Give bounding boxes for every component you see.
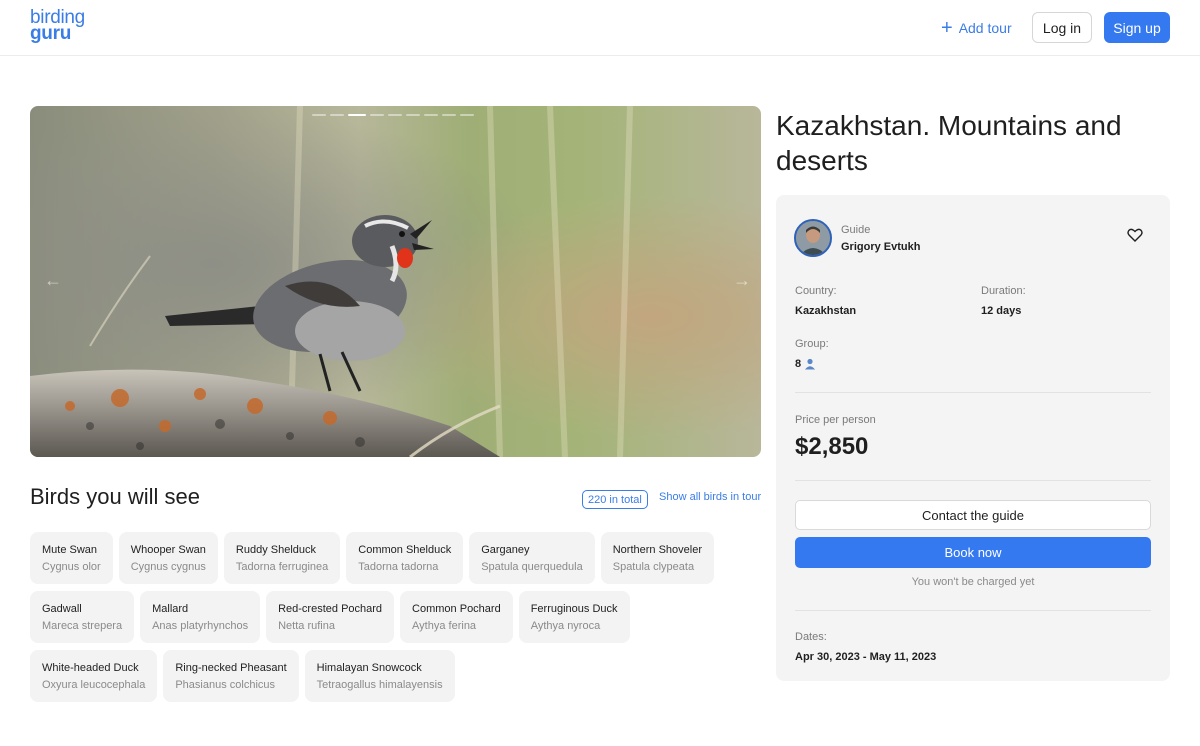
dates-value: Apr 30, 2023 - May 11, 2023 <box>795 651 937 663</box>
bird-latin-name: Tadorna tadorna <box>358 561 439 573</box>
bird-common-name: Mute Swan <box>42 544 98 556</box>
birds-total-badge: 220 in total <box>582 490 648 509</box>
guide-label: Guide <box>841 224 871 236</box>
arrow-right-icon[interactable]: → <box>733 270 751 291</box>
bird-chip[interactable]: Mallard Anas platyrhynchos <box>140 591 261 643</box>
bird-latin-name: Anas platyrhynchos <box>152 620 249 632</box>
price-value: $2,850 <box>795 433 869 460</box>
country-value: Kazakhstan <box>795 305 857 317</box>
heart-icon[interactable] <box>1127 228 1143 247</box>
signup-button[interactable]: Sign up <box>1104 12 1170 43</box>
duration-label: Duration: <box>981 285 1026 297</box>
pagination-dot[interactable] <box>330 114 344 116</box>
add-tour-label: Add tour <box>958 20 1012 36</box>
pagination-dot[interactable] <box>406 114 420 116</box>
booking-card: Guide Grigory Evtukh Country: Kazakhstan… <box>776 195 1170 681</box>
bird-common-name: Himalayan Snowcock <box>316 662 422 674</box>
bird-common-name: Mallard <box>152 603 189 615</box>
birds-list: Mute Swan Cygnus olor Whooper Swan Cygnus c… <box>30 532 770 709</box>
bird-chip[interactable]: Himalayan Snowcock Tetraogallus himalayen… <box>304 650 455 702</box>
person-icon <box>805 358 816 370</box>
pagination-dot[interactable] <box>312 114 326 116</box>
bird-common-name: Red-crested Pochard <box>278 603 383 615</box>
birds-row: Gadwall Mareca strepera Mallard Anas platyr… <box>30 591 770 643</box>
login-button[interactable]: Log in <box>1032 12 1092 43</box>
bird-photo-illustration <box>30 106 761 457</box>
bird-common-name: Common Pochard <box>412 603 501 615</box>
bird-chip[interactable]: Mute Swan Cygnus olor <box>30 532 113 584</box>
country-label: Country: <box>795 285 837 297</box>
bird-latin-name: Spatula clypeata <box>612 561 695 573</box>
pagination-dot[interactable] <box>442 114 456 116</box>
guide-avatar[interactable] <box>794 219 832 257</box>
bird-latin-name: Mareca strepera <box>42 620 123 632</box>
pagination-dot[interactable] <box>424 114 438 116</box>
price-label: Price per person <box>795 414 876 426</box>
bird-chip[interactable]: Common Pochard Aythya ferina <box>400 591 513 643</box>
bird-latin-name: Aythya ferina <box>412 620 477 632</box>
bird-latin-name: Tadorna ferruginea <box>235 561 329 573</box>
arrow-left-icon[interactable]: ← <box>44 270 62 291</box>
pagination-dot[interactable] <box>348 114 366 116</box>
bird-common-name: Whooper Swan <box>130 544 206 556</box>
pagination-dot[interactable] <box>388 114 402 116</box>
group-value: 8 <box>795 358 816 370</box>
bird-chip[interactable]: Common Shelduck Tadorna tadorna <box>346 532 464 584</box>
book-now-button[interactable]: Book now <box>795 537 1151 568</box>
bird-latin-name: Aythya nyroca <box>530 620 601 632</box>
contact-guide-button[interactable]: Contact the guide <box>795 500 1151 530</box>
bird-common-name: Ring-necked Pheasant <box>175 662 287 674</box>
tour-title: Kazakhstan. Mountains and deserts <box>776 110 1122 176</box>
bird-latin-name: Tetraogallus himalayensis <box>316 679 443 691</box>
duration-value: 12 days <box>981 305 1022 317</box>
dates-label: Dates: <box>795 631 827 643</box>
bird-common-name: Gadwall <box>42 603 82 615</box>
guide-photo <box>796 221 830 255</box>
bird-latin-name: Cygnus olor <box>42 561 101 573</box>
bird-common-name: Common Shelduck <box>358 544 452 556</box>
bird-latin-name: Cygnus cygnus <box>130 561 206 573</box>
bird-latin-name: Netta rufina <box>278 620 335 632</box>
group-size: 8 <box>795 358 802 370</box>
charge-note: You won't be charged yet <box>911 576 1035 588</box>
bird-chip[interactable]: Garganey Spatula querquedula <box>469 532 595 584</box>
bird-chip[interactable]: White-headed Duck Oxyura leucocephala <box>30 650 158 702</box>
plus-icon: + <box>941 17 953 39</box>
divider <box>795 480 1151 481</box>
divider <box>795 392 1151 393</box>
bird-common-name: Garganey <box>481 544 530 556</box>
bird-chip[interactable]: Whooper Swan Cygnus cygnus <box>118 532 218 584</box>
show-all-birds-link[interactable]: Show all birds in tour <box>659 491 761 503</box>
bird-latin-name: Spatula querquedula <box>481 561 583 573</box>
group-label: Group: <box>795 338 829 350</box>
tour-photo[interactable] <box>30 106 761 457</box>
bird-common-name: Northern Shoveler <box>612 544 703 556</box>
birds-row: White-headed Duck Oxyura leucocephala Ring… <box>30 650 770 702</box>
birds-row: Mute Swan Cygnus olor Whooper Swan Cygnus c… <box>30 532 770 584</box>
birdingguru-logo[interactable]: birding guru <box>30 8 85 44</box>
logo-line2: guru <box>30 23 72 44</box>
bird-chip[interactable]: Ruddy Shelduck Tadorna ferruginea <box>223 532 341 584</box>
bird-common-name: Ruddy Shelduck <box>235 544 317 556</box>
gallery-pagination <box>312 114 474 116</box>
bird-chip[interactable]: Northern Shoveler Spatula clypeata <box>600 532 715 584</box>
bird-common-name: Ferruginous Duck <box>530 603 618 615</box>
bird-chip[interactable]: Ring-necked Pheasant Phasianus colchicus <box>163 650 299 702</box>
bird-latin-name: Oxyura leucocephala <box>42 679 146 691</box>
pagination-dot[interactable] <box>460 114 474 116</box>
bird-chip[interactable]: Red-crested Pochard Netta rufina <box>266 591 395 643</box>
bird-chip[interactable]: Gadwall Mareca strepera <box>30 591 135 643</box>
top-navbar: birding guru + Add tour Log in Sign up <box>0 0 1200 56</box>
birds-section-title: Birds you will see <box>30 484 200 509</box>
divider <box>795 610 1151 611</box>
bird-chip[interactable]: Ferruginous Duck Aythya nyroca <box>518 591 630 643</box>
guide-name[interactable]: Grigory Evtukh <box>841 241 920 253</box>
add-tour-button[interactable]: + Add tour <box>941 17 1012 39</box>
bird-latin-name: Phasianus colchicus <box>175 679 276 691</box>
bird-common-name: White-headed Duck <box>42 662 139 674</box>
pagination-dot[interactable] <box>370 114 384 116</box>
